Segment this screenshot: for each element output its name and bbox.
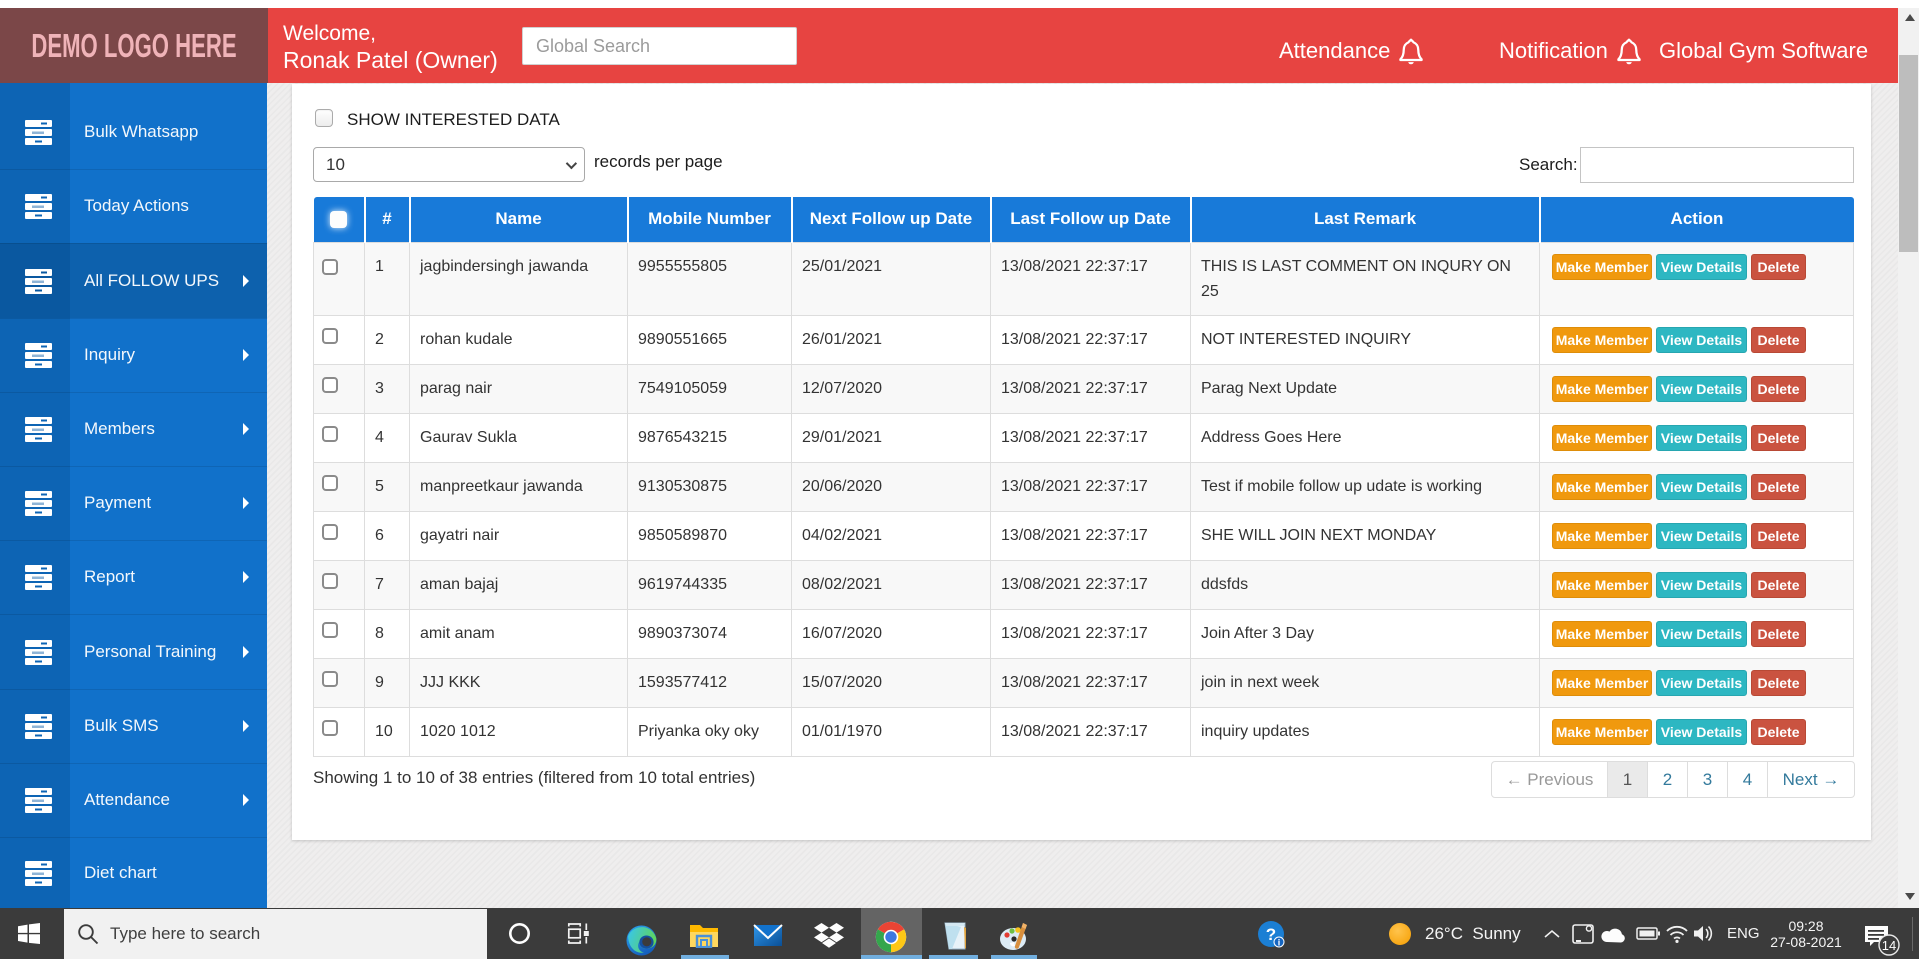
svg-text:i: i [1278, 938, 1281, 948]
svg-text:14: 14 [1882, 938, 1896, 953]
